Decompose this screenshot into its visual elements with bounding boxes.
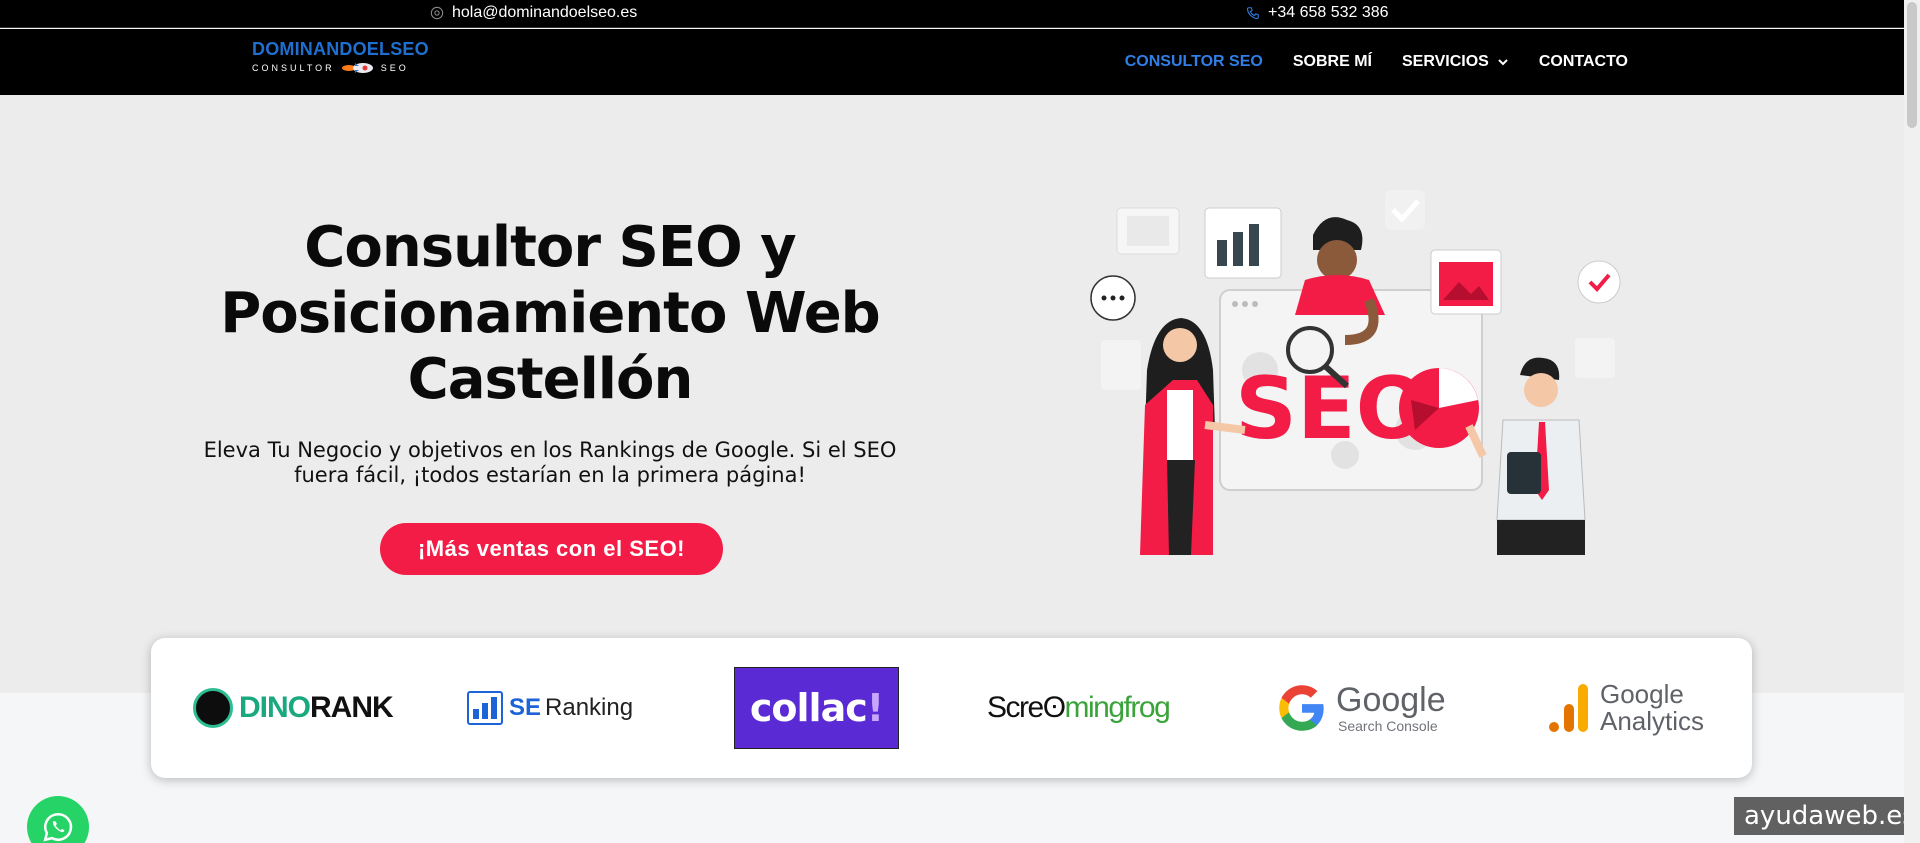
hero-title-line3: Castellón	[407, 347, 694, 412]
seo-team-illustration: SEO	[1090, 190, 1621, 555]
site-logo[interactable]: DOMINANDOELSEO CONSULTOR SEO	[252, 39, 448, 85]
ga-wordmark: Google Analytics	[1600, 681, 1704, 735]
seranking-text-b: Ranking	[545, 694, 634, 721]
hero-title-line2: Posicionamiento Web	[220, 281, 881, 346]
nav-item-label: CONTACTO	[1538, 53, 1628, 70]
tools-logos-strip: DINORANK SE Ranking collac! Screʘmingfrog…	[151, 638, 1752, 778]
chevron-down-icon	[1498, 59, 1508, 66]
dinorank-logo: DINORANK	[193, 638, 394, 778]
nav-item-servicios[interactable]: SERVICIOS	[1402, 53, 1509, 71]
logo-tagline-right: SEO	[380, 63, 409, 73]
collac-wordmark: collac!	[749, 686, 884, 730]
logo-tagline-left: CONSULTOR	[252, 63, 335, 73]
nav-item-label: SOBRE MÍ	[1292, 53, 1372, 70]
screamingfrog-wordmark: Screʘmingfrog	[987, 691, 1171, 725]
frog-icon: ʘ	[1042, 691, 1066, 724]
dinorank-text-b: RANK	[310, 691, 394, 724]
dino-mascot-icon	[193, 688, 233, 728]
nav-item-sobre-mi[interactable]: SOBRE MÍ	[1293, 53, 1372, 71]
bar-chart-icon	[467, 691, 503, 725]
email-text[interactable]: hola@dominandoelseo.es	[452, 4, 637, 22]
nav-menu: CONSULTOR SEO SOBRE MÍ SERVICIOS CONTACT…	[1125, 29, 1628, 95]
nav-item-label: SERVICIOS	[1401, 53, 1489, 70]
dinorank-text-a: DINO	[239, 691, 311, 724]
hero-subtitle: Eleva Tu Negocio y objetivos en los Rank…	[180, 438, 920, 488]
phone-icon	[1246, 7, 1259, 20]
phone-contact[interactable]: +34 658 532 386	[1246, 4, 1389, 22]
screamingfrog-text-b: mingfrog	[1064, 691, 1171, 724]
nav-item-label: CONSULTOR SEO	[1124, 53, 1263, 70]
logo-tagline: CONSULTOR SEO	[252, 62, 448, 74]
dinorank-wordmark: DINORANK	[239, 691, 394, 725]
scrollbar-thumb[interactable]	[1907, 2, 1917, 128]
watermark-label: ayudaweb.es	[1734, 797, 1920, 835]
google-analytics-logo: Google Analytics	[1548, 638, 1704, 778]
hero-subtitle-line1: Eleva Tu Negocio y objetivos en los Rank…	[203, 438, 897, 462]
ga-text-b: Analytics	[1600, 706, 1705, 736]
nav-item-consultor-seo[interactable]: CONSULTOR SEO	[1125, 53, 1263, 71]
rocket-icon	[341, 63, 373, 73]
seranking-wordmark: SE Ranking	[509, 694, 633, 722]
gsc-text-b: Search Console	[1338, 718, 1438, 734]
collac-text-b: !	[866, 686, 884, 730]
screamingfrog-logo: Screʘmingfrog	[987, 638, 1171, 778]
cta-button[interactable]: ¡Más ventas con el SEO!	[380, 523, 723, 575]
hero-section: Consultor SEO y Posicionamiento Web Cast…	[0, 95, 1920, 693]
whatsapp-icon	[43, 812, 73, 842]
hero-title-line1: Consultor SEO y	[304, 215, 796, 280]
at-icon	[430, 6, 444, 20]
screamingfrog-text-a: Scre	[987, 691, 1044, 724]
hero-title: Consultor SEO y Posicionamiento Web Cast…	[160, 215, 940, 413]
analytics-bars-icon	[1549, 684, 1588, 732]
gsc-wordmark: Google Search Console	[1336, 682, 1446, 734]
seranking-text-a: SE	[509, 694, 542, 721]
hero-subtitle-line2: fuera fácil, ¡todos estarían en la prime…	[294, 463, 806, 487]
google-search-console-logo: Google Search Console	[1276, 638, 1446, 778]
top-info-bar: hola@dominandoelseo.es +34 658 532 386	[0, 0, 1920, 28]
phone-text[interactable]: +34 658 532 386	[1268, 4, 1389, 22]
collac-text-a: collac	[749, 686, 868, 730]
main-navigation: DOMINANDOELSEO CONSULTOR SEO CONSULTOR S…	[0, 29, 1920, 95]
nav-item-contacto[interactable]: CONTACTO	[1539, 53, 1628, 71]
page-scrollbar[interactable]	[1904, 0, 1920, 843]
whatsapp-button[interactable]	[27, 796, 89, 843]
ga-text-a: Google	[1600, 679, 1684, 709]
email-contact[interactable]: hola@dominandoelseo.es	[430, 4, 637, 22]
collac-logo: collac!	[734, 667, 899, 749]
google-g-icon	[1279, 685, 1324, 731]
logo-wordmark: DOMINANDOELSEO	[252, 39, 429, 59]
gsc-text-a: Google	[1336, 681, 1446, 719]
seranking-logo: SE Ranking	[467, 638, 633, 778]
